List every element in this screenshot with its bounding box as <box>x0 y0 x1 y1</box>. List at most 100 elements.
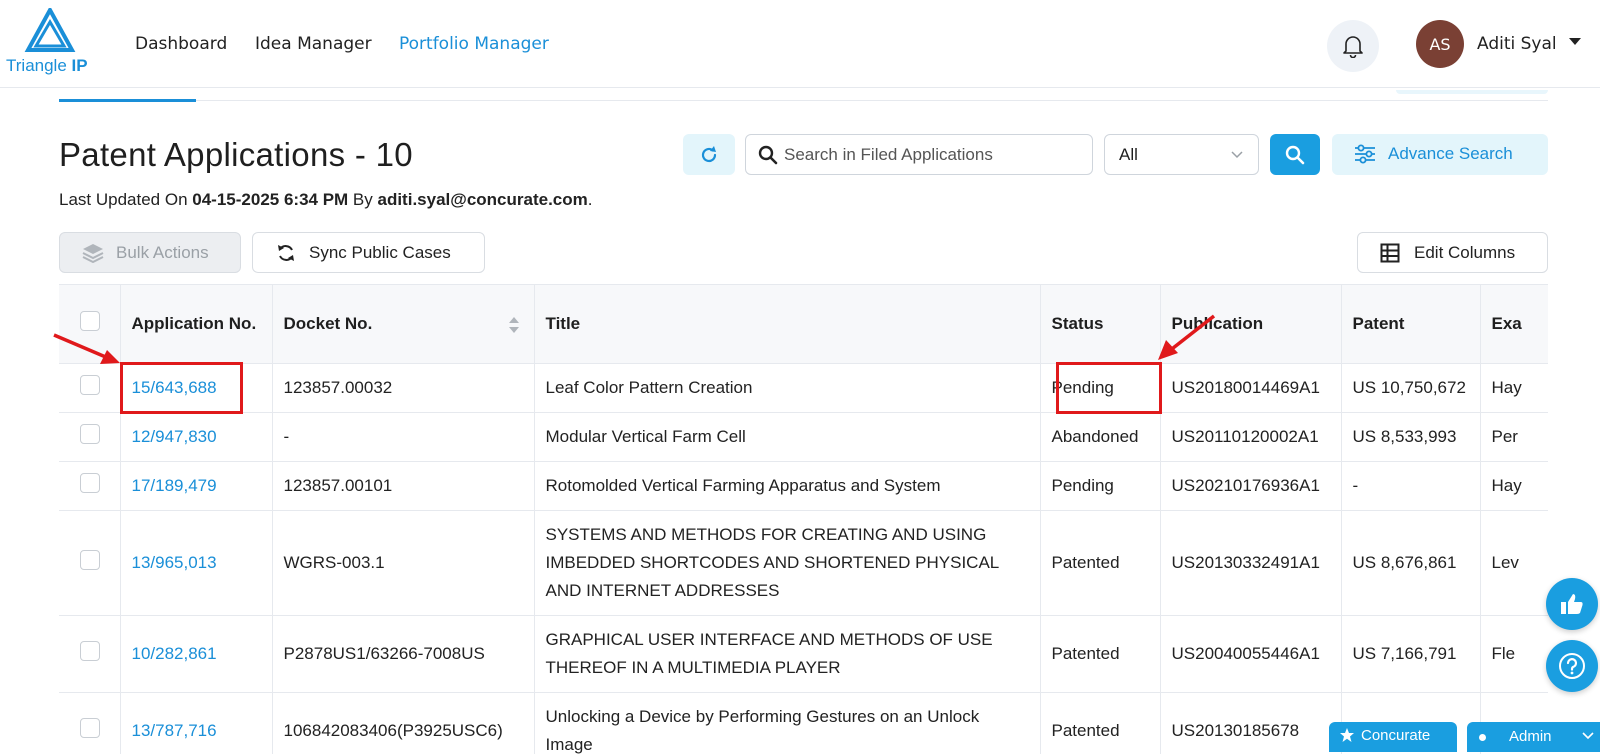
advance-search-button[interactable]: Advance Search <box>1332 134 1548 175</box>
docket-no-cell: 123857.00032 <box>272 363 535 413</box>
column-header-patent[interactable]: Patent <box>1341 285 1481 364</box>
thumbs-up-icon <box>1561 594 1583 614</box>
publication-cell: US20180014469A1 <box>1160 363 1342 413</box>
row-select-cell <box>59 363 121 413</box>
column-header-examiner[interactable]: Exa <box>1480 285 1548 364</box>
title-cell: Unlocking a Device by Performing Gesture… <box>534 692 1041 754</box>
table-row: 13/965,013 WGRS-003.1 SYSTEMS AND METHOD… <box>59 510 1548 616</box>
edit-columns-button[interactable]: Edit Columns <box>1357 232 1548 273</box>
application-no-cell: 13/965,013 <box>120 510 273 616</box>
star-icon <box>1340 728 1354 742</box>
patent-cell: - <box>1341 461 1481 511</box>
nav-dashboard[interactable]: Dashboard <box>135 34 227 54</box>
row-checkbox[interactable] <box>80 550 100 570</box>
feedback-like-button[interactable] <box>1546 578 1598 630</box>
sync-public-cases-label: Sync Public Cases <box>309 243 451 262</box>
chevron-down-icon <box>1582 732 1594 740</box>
logo-text: Triangle IP <box>6 56 88 75</box>
table-row: 15/643,688 123857.00032 Leaf Color Patte… <box>59 363 1548 413</box>
admin-chip[interactable]: Admin <box>1467 722 1600 752</box>
examiner-cell: Hay <box>1480 363 1548 413</box>
last-updated-text: Last Updated On 04-15-2025 6:34 PM By ad… <box>59 190 593 209</box>
docket-no-cell: P2878US1/63266-7008US <box>272 615 535 693</box>
row-select-cell <box>59 412 121 462</box>
application-no-link[interactable]: 17/189,479 <box>132 476 217 495</box>
user-name[interactable]: Aditi Syal <box>1477 34 1557 54</box>
table-grid-icon <box>1380 243 1400 263</box>
title-cell: Modular Vertical Farm Cell <box>534 412 1041 462</box>
concurate-chip[interactable]: Concurate <box>1329 722 1457 752</box>
filter-select[interactable]: All <box>1104 134 1259 175</box>
row-checkbox[interactable] <box>80 718 100 738</box>
row-checkbox[interactable] <box>80 424 100 444</box>
tab-divider <box>59 100 1548 101</box>
examiner-cell: Fle <box>1480 615 1548 693</box>
concurate-label: Concurate <box>1361 727 1431 744</box>
examiner-cell: Lev <box>1480 510 1548 616</box>
triangle-ip-logo[interactable]: Triangle IP <box>6 8 96 80</box>
table-row: 17/189,479 123857.00101 Rotomolded Verti… <box>59 461 1548 511</box>
publication-cell: US20210176936A1 <box>1160 461 1342 511</box>
status-cell: Patented <box>1040 692 1161 754</box>
application-no-link[interactable]: 10/282,861 <box>132 644 217 663</box>
bulk-actions-button[interactable]: Bulk Actions <box>59 232 241 273</box>
nav-portfolio-manager[interactable]: Portfolio Manager <box>399 34 549 54</box>
column-header-application-no[interactable]: Application No. <box>120 285 273 364</box>
row-checkbox[interactable] <box>80 641 100 661</box>
examiner-cell: Hay <box>1480 461 1548 511</box>
tab-background <box>1396 90 1548 94</box>
notifications-button[interactable] <box>1327 20 1379 72</box>
page-title: Patent Applications - 10 <box>59 136 413 173</box>
column-header-title[interactable]: Title <box>534 285 1041 364</box>
status-cell: Patented <box>1040 615 1161 693</box>
application-no-cell: 17/189,479 <box>120 461 273 511</box>
application-no-link[interactable]: 13/965,013 <box>132 553 217 572</box>
row-select-cell <box>59 461 121 511</box>
title-cell: Leaf Color Pattern Creation <box>534 363 1041 413</box>
row-checkbox[interactable] <box>80 375 100 395</box>
column-header-docket-no[interactable]: Docket No. <box>272 285 535 364</box>
docket-no-cell: 106842083406(P3925USC6) <box>272 692 535 754</box>
patent-cell: US 8,533,993 <box>1341 412 1481 462</box>
status-cell: Pending <box>1040 461 1161 511</box>
application-no-cell: 13/787,716 <box>120 692 273 754</box>
help-icon <box>1559 653 1585 679</box>
sync-icon <box>278 245 294 261</box>
bulk-actions-label: Bulk Actions <box>116 243 209 262</box>
examiner-cell: Per <box>1480 412 1548 462</box>
sync-public-cases-button[interactable]: Sync Public Cases <box>252 232 485 273</box>
help-button[interactable] <box>1546 640 1598 692</box>
application-no-link[interactable]: 12/947,830 <box>132 427 217 446</box>
search-input[interactable] <box>784 141 1084 169</box>
application-no-cell: 12/947,830 <box>120 412 273 462</box>
select-all-checkbox[interactable] <box>80 311 100 332</box>
application-no-link[interactable]: 13/787,716 <box>132 721 217 740</box>
row-checkbox[interactable] <box>80 473 100 493</box>
search-submit-button[interactable] <box>1270 134 1320 175</box>
refresh-button[interactable] <box>683 134 735 175</box>
annotation-arrow-icon <box>53 333 120 364</box>
caret-down-icon[interactable] <box>1569 38 1581 45</box>
sort-icon[interactable] <box>508 315 520 335</box>
column-header-status[interactable]: Status <box>1040 285 1161 364</box>
status-cell: Abandoned <box>1040 412 1161 462</box>
table-row: 12/947,830 - Modular Vertical Farm Cell … <box>59 412 1548 462</box>
status-cell: Patented <box>1040 510 1161 616</box>
annotation-arrow-icon <box>1158 314 1216 360</box>
row-select-cell <box>59 692 121 754</box>
highlight-box-application-no <box>120 362 243 414</box>
docket-no-cell: 123857.00101 <box>272 461 535 511</box>
active-tab-indicator <box>59 99 196 102</box>
title-cell: Rotomolded Vertical Farming Apparatus an… <box>534 461 1041 511</box>
search-icon <box>758 145 778 165</box>
top-navigation-bar: Triangle IP Dashboard Idea Manager Portf… <box>0 0 1600 88</box>
user-avatar[interactable]: AS <box>1416 20 1464 68</box>
search-field[interactable] <box>745 134 1093 175</box>
row-select-cell <box>59 510 121 616</box>
refresh-icon <box>701 145 717 162</box>
application-no-cell: 10/282,861 <box>120 615 273 693</box>
nav-idea-manager[interactable]: Idea Manager <box>255 34 372 54</box>
docket-header-label: Docket No. <box>283 313 373 333</box>
highlight-box-status <box>1056 362 1162 414</box>
applications-table: Application No. Docket No. Title Status … <box>59 284 1548 754</box>
